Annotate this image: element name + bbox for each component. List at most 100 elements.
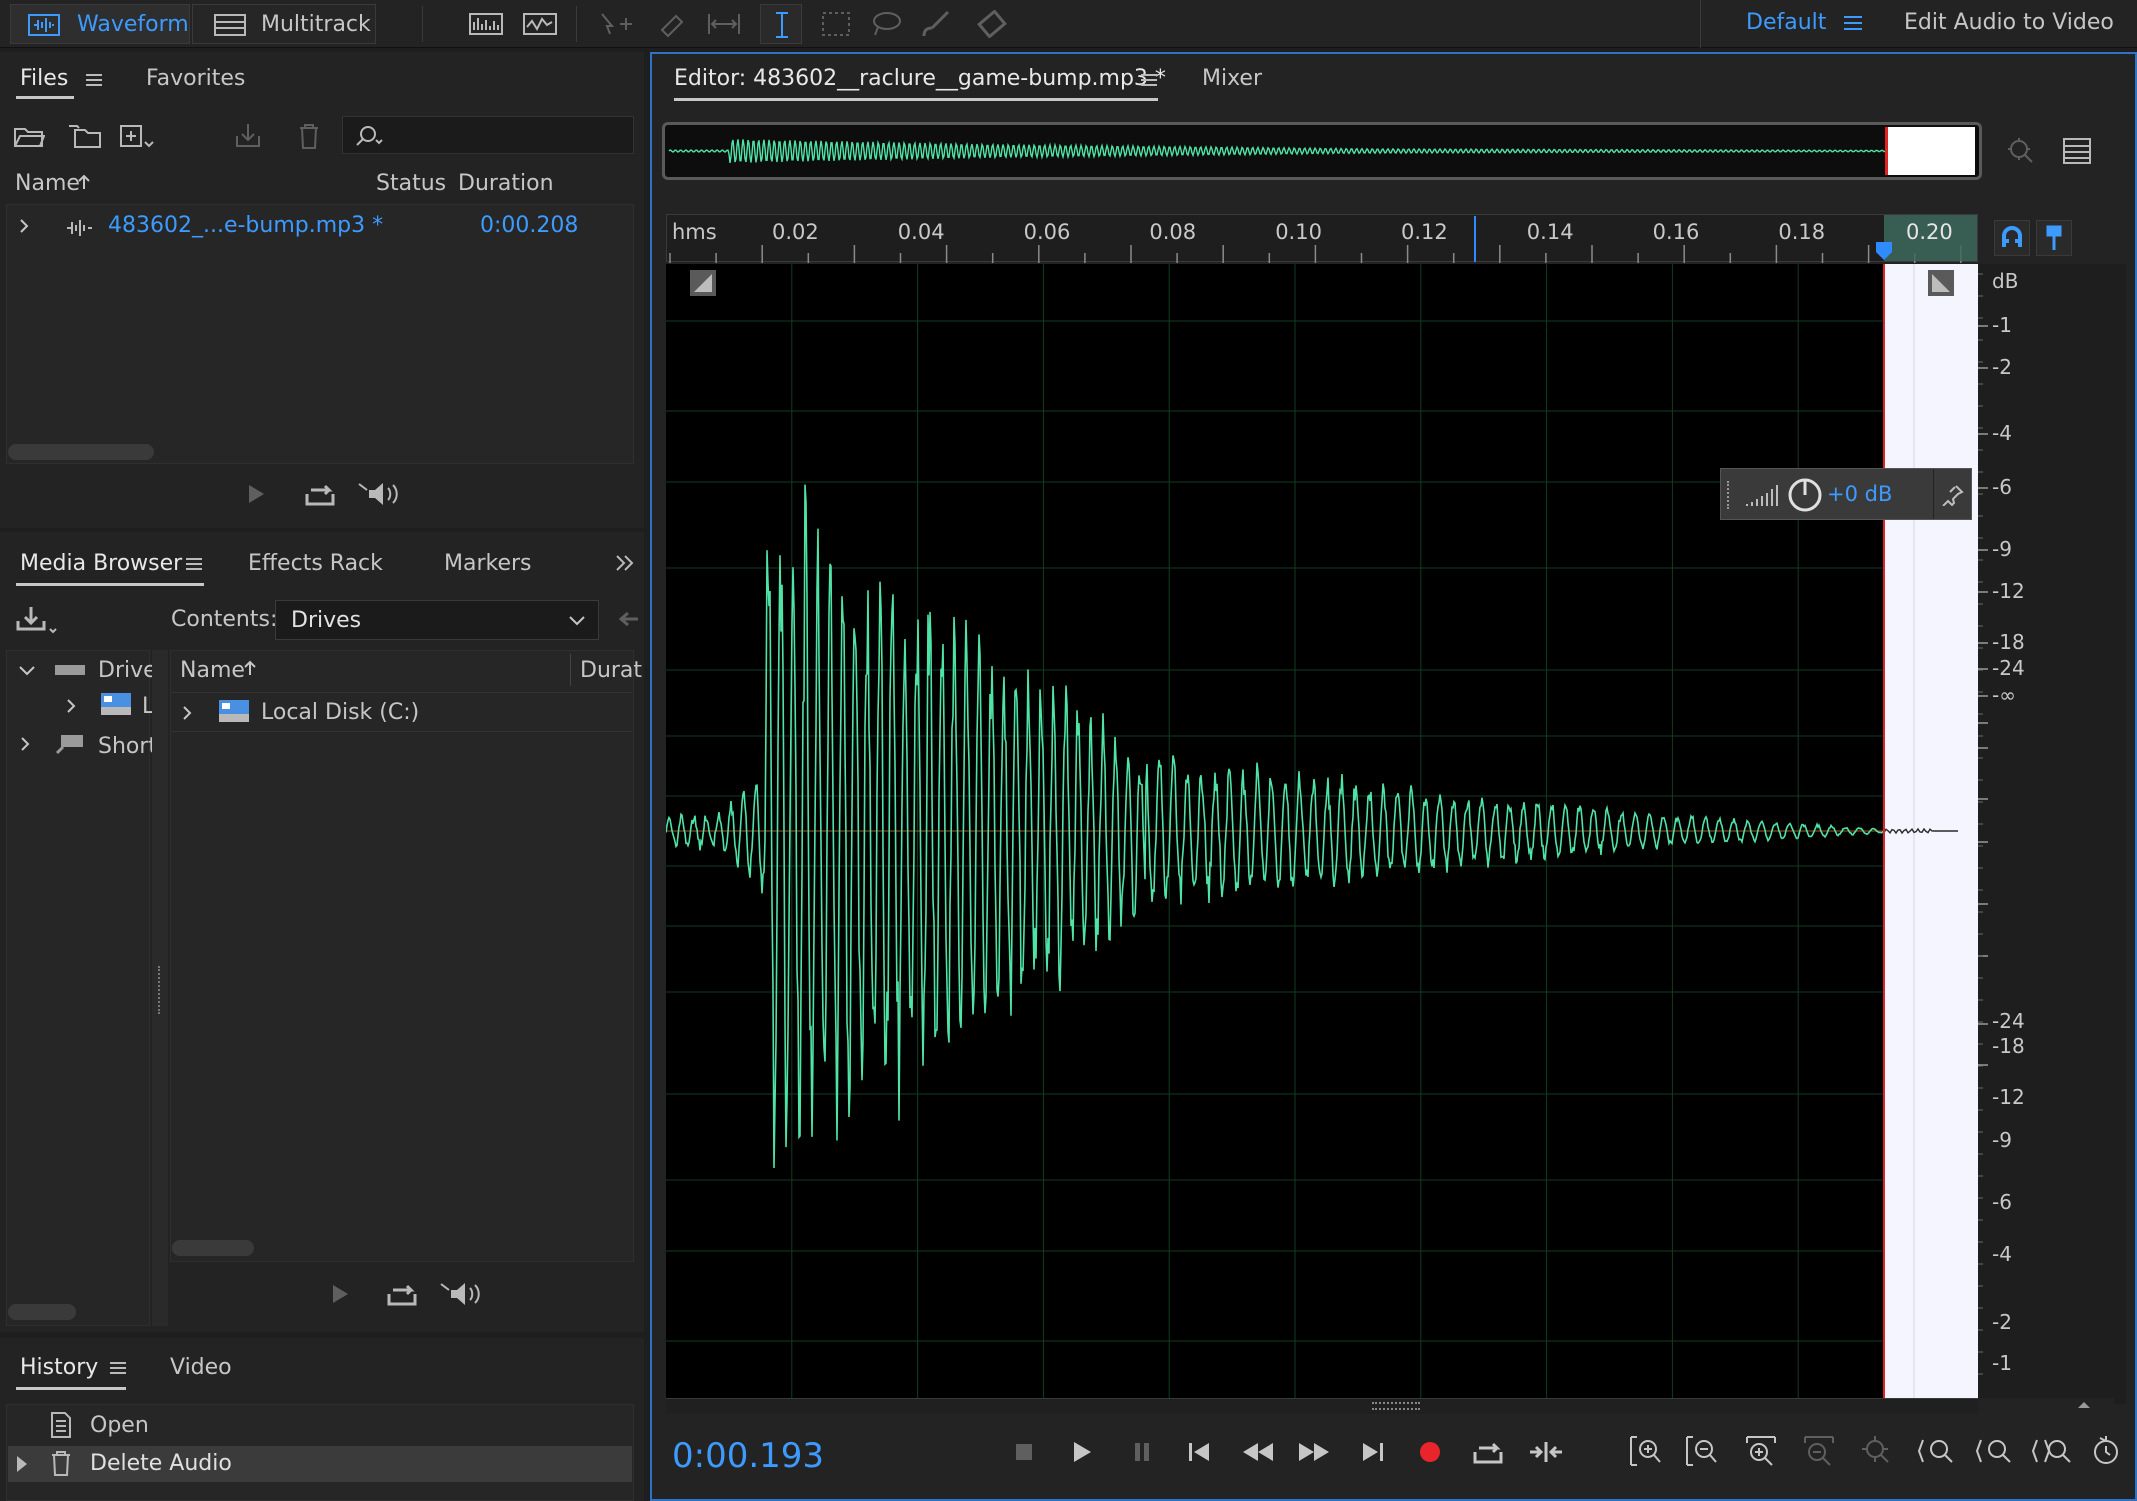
expand-chevron-icon[interactable] <box>16 732 34 756</box>
media-panel-menu-icon[interactable] <box>186 558 202 570</box>
pane-splitter-handle[interactable] <box>152 650 168 1326</box>
zoom-out-time-icon[interactable] <box>1800 1432 1838 1470</box>
media-column-duration[interactable]: Durat <box>580 658 642 683</box>
download-icon[interactable] <box>12 602 60 638</box>
tab-files[interactable]: Files <box>20 66 68 91</box>
zoom-to-selection-icon[interactable] <box>1916 1432 1958 1470</box>
delete-file-icon[interactable] <box>294 120 324 152</box>
razor-tool-icon[interactable] <box>652 8 692 40</box>
insert-icon[interactable] <box>230 120 270 152</box>
autoplay-volume-icon[interactable] <box>356 478 402 510</box>
zoom-selection-right-icon[interactable] <box>2030 1432 2074 1470</box>
column-header-duration[interactable]: Duration <box>458 171 554 196</box>
spectral-pitch-icon[interactable] <box>522 8 558 40</box>
files-search-input[interactable] <box>342 116 634 154</box>
fade-in-handle-icon[interactable] <box>690 270 716 296</box>
column-header-name[interactable]: Name <box>15 171 80 196</box>
back-arrow-icon[interactable] <box>616 606 642 632</box>
overview-navigator[interactable] <box>662 122 1982 180</box>
files-horizontal-scrollbar[interactable] <box>8 444 154 460</box>
media-content-scrollbar[interactable] <box>172 1240 254 1256</box>
workspace-default[interactable]: Default <box>1746 10 1826 35</box>
history-panel-menu-icon[interactable] <box>110 1362 126 1374</box>
pause-button[interactable] <box>1126 1434 1158 1470</box>
loop-preview-icon[interactable] <box>382 1278 422 1310</box>
marker-pin-button[interactable] <box>2036 220 2072 256</box>
gain-knob-icon[interactable] <box>1787 477 1823 513</box>
snap-toggle-button[interactable] <box>1994 220 2030 256</box>
media-column-name[interactable]: Name <box>180 658 245 683</box>
column-header-status[interactable]: Status <box>376 171 446 196</box>
zoom-out-full-icon[interactable] <box>1858 1432 1896 1470</box>
autoplay-volume-icon[interactable] <box>438 1278 484 1310</box>
time-selection-tool-button[interactable] <box>760 4 802 44</box>
workspace-menu-icon[interactable] <box>1844 16 1862 32</box>
media-row-local-disk[interactable]: Local Disk (C:) <box>172 692 632 732</box>
tree-item-shortcuts[interactable]: Short <box>98 734 157 759</box>
tab-media-browser[interactable]: Media Browser <box>20 551 182 576</box>
new-file-icon[interactable] <box>118 120 156 152</box>
tab-effects-rack[interactable]: Effects Rack <box>248 551 383 576</box>
import-file-icon[interactable] <box>66 120 104 152</box>
zoom-out-amplitude-icon[interactable] <box>1682 1432 1720 1470</box>
marquee-tool-icon[interactable] <box>818 8 854 40</box>
skip-to-start-button[interactable] <box>1182 1434 1216 1470</box>
playhead-cti-marker[interactable] <box>1874 240 1894 262</box>
expand-chevron-icon[interactable] <box>16 660 38 682</box>
spectral-frequency-icon[interactable] <box>468 8 504 40</box>
file-row[interactable]: 483602_...e-bump.mp3 * 0:00.208 <box>8 206 632 246</box>
fade-out-handle-icon[interactable] <box>1928 270 1954 296</box>
horizontal-scrollbar[interactable] <box>666 1398 1978 1414</box>
files-panel-menu-icon[interactable] <box>86 74 102 86</box>
hud-gain-value[interactable]: +0 dB <box>1827 482 1892 506</box>
play-preview-icon[interactable] <box>244 480 268 508</box>
history-item-selected[interactable]: Delete Audio <box>8 1446 632 1482</box>
overview-visible-range[interactable] <box>1885 127 1975 175</box>
move-tool-icon[interactable] <box>596 8 636 40</box>
zoom-selection-left-icon[interactable] <box>1974 1432 2016 1470</box>
fast-forward-button[interactable] <box>1294 1434 1334 1470</box>
zoom-in-amplitude-icon[interactable] <box>1626 1432 1664 1470</box>
workspace-edit-audio-to-video[interactable]: Edit Audio to Video <box>1904 10 2114 35</box>
vertical-scrollbar[interactable] <box>2114 264 2126 1404</box>
open-file-icon[interactable] <box>12 120 46 152</box>
play-preview-icon[interactable] <box>328 1280 352 1308</box>
record-button[interactable] <box>1412 1434 1448 1470</box>
current-time-display[interactable]: 0:00.193 <box>672 1436 824 1476</box>
stop-button[interactable] <box>1008 1434 1040 1470</box>
hud-drag-handle[interactable] <box>1727 481 1731 509</box>
contents-dropdown[interactable]: Drives <box>275 600 599 640</box>
waveform-display[interactable] <box>666 264 1978 1398</box>
lasso-tool-icon[interactable] <box>868 8 904 40</box>
tab-video[interactable]: Video <box>170 1355 232 1380</box>
spot-healing-tool-icon[interactable] <box>974 8 1010 40</box>
editor-panel-menu-icon[interactable] <box>1141 74 1157 86</box>
waveform-view-button[interactable]: Waveform <box>10 4 190 44</box>
tab-editor[interactable]: Editor: 483602__raclure__game-bump.mp3 * <box>674 66 1166 91</box>
expand-chevron-icon[interactable] <box>178 701 196 725</box>
loop-preview-icon[interactable] <box>300 478 340 510</box>
tab-markers[interactable]: Markers <box>444 551 532 576</box>
scroll-up-arrow-icon[interactable] <box>2072 1396 2096 1414</box>
zoom-reset-icon[interactable] <box>2088 1432 2124 1470</box>
zoom-in-time-icon[interactable] <box>1742 1432 1780 1470</box>
hud-gain-control[interactable]: +0 dB <box>1720 468 1972 520</box>
tab-history[interactable]: History <box>20 1355 98 1380</box>
loop-playback-button[interactable] <box>1468 1434 1508 1470</box>
pin-icon[interactable] <box>1939 481 1967 509</box>
multitrack-view-button[interactable]: Multitrack <box>192 4 376 44</box>
play-button[interactable] <box>1066 1434 1098 1470</box>
tree-horizontal-scrollbar[interactable] <box>8 1304 76 1320</box>
skip-to-end-button[interactable] <box>1356 1434 1390 1470</box>
zoom-navigator-icon[interactable] <box>2004 134 2038 168</box>
tab-mixer[interactable]: Mixer <box>1202 66 1262 91</box>
expand-chevron-icon[interactable] <box>62 694 80 718</box>
brush-tool-icon[interactable] <box>918 8 954 40</box>
channel-layout-icon[interactable] <box>2060 134 2094 168</box>
slip-tool-icon[interactable] <box>704 8 744 40</box>
tree-item-drives[interactable]: Drive <box>98 658 157 683</box>
history-item[interactable]: Open <box>8 1408 632 1444</box>
tab-favorites[interactable]: Favorites <box>146 66 245 91</box>
rewind-button[interactable] <box>1238 1434 1278 1470</box>
skip-selection-button[interactable] <box>1526 1434 1566 1470</box>
